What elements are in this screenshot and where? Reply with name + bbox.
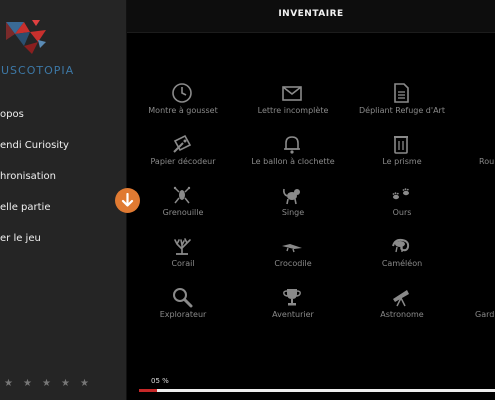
progress-label: 05 % <box>151 377 169 385</box>
page-title: INVENTAIRE <box>278 9 344 19</box>
menu-item-new-game[interactable]: elle partie <box>0 198 50 218</box>
inventory-item-label: Le prisme <box>382 157 422 166</box>
inventory-item-letter[interactable]: Lettre incomplète <box>238 82 348 122</box>
inventory-item-leaflet[interactable]: Dépliant Refuge d'Art <box>347 82 457 122</box>
inventory-item-explorer[interactable]: Explorateur <box>128 286 238 326</box>
inventory-item-label: Papier décodeur <box>150 157 216 166</box>
paw-icon <box>392 188 409 200</box>
inventory-item-label: Crocodile <box>274 259 312 268</box>
sidebar: USCOTOPIA opos endi Curiosity hronisatio… <box>0 0 127 400</box>
menu-item-curiosity[interactable]: endi Curiosity <box>0 136 69 156</box>
inventory-item-label: Rou <box>479 157 495 166</box>
inventory-item-label: Caméléon <box>381 259 423 268</box>
inventory-item-label: Grenouille <box>162 208 204 217</box>
inventory-item-label: Lettre incomplète <box>257 106 329 115</box>
star-icon[interactable]: ★ <box>42 378 51 389</box>
document-icon <box>394 83 409 103</box>
star-icon[interactable]: ★ <box>23 378 32 389</box>
inventory-item-partial[interactable]: Rou <box>457 133 495 173</box>
menu-item-rate-game[interactable]: er le jeu <box>0 229 41 249</box>
inventory-item-label: Astronome <box>380 310 424 319</box>
star-icon[interactable]: ★ <box>80 378 89 389</box>
telescope-icon <box>393 290 409 307</box>
paper-decoder-icon <box>173 134 192 153</box>
crocodile-icon <box>282 244 302 253</box>
magnifier-icon <box>173 288 193 308</box>
inventory-item-label: Le ballon à clochette <box>251 157 335 166</box>
logo-text: USCOTOPIA <box>1 64 75 77</box>
inventory-item-monkey[interactable]: Singe <box>238 184 348 224</box>
inventory-item-label: Dépliant Refuge d'Art <box>359 106 445 115</box>
trophy-icon <box>283 289 301 306</box>
inventory-item-frog[interactable]: Grenouille <box>128 184 238 224</box>
inventory-item-label: Singe <box>281 208 305 217</box>
chameleon-icon <box>392 238 410 253</box>
inventory-item-bear[interactable]: Ours <box>347 184 457 224</box>
inventory-item-prism[interactable]: Le prisme <box>347 133 457 173</box>
menu-item-sync[interactable]: hronisation <box>0 167 56 187</box>
progress-fill <box>139 389 157 392</box>
progress-bar <box>139 389 495 392</box>
inventory-item-decoder-paper[interactable]: Papier décodeur <box>128 133 238 173</box>
monkey-icon <box>283 188 300 205</box>
inventory-item-astronomer[interactable]: Astronome <box>347 286 457 326</box>
envelope-icon <box>282 86 302 101</box>
coral-icon <box>174 238 191 255</box>
star-icon[interactable]: ★ <box>4 378 13 389</box>
inventory-item-label: Gard <box>475 310 495 319</box>
inventory-item-label: Explorateur <box>159 310 207 319</box>
inventory-item-pocket-watch[interactable]: Montre à gousset <box>128 82 238 122</box>
frog-icon <box>173 186 191 204</box>
inventory-item-chameleon[interactable]: Caméléon <box>347 235 457 275</box>
bell-icon <box>284 136 300 154</box>
inventory-item-label: Aventurier <box>272 310 314 319</box>
inventory-item-coral[interactable]: Corail <box>128 235 238 275</box>
clock-icon <box>172 83 192 103</box>
inventory-item-partial[interactable]: Gard <box>457 286 495 326</box>
inventory-item-adventurer[interactable]: Aventurier <box>238 286 348 326</box>
inventory-item-crocodile[interactable]: Crocodile <box>238 235 348 275</box>
star-icon[interactable]: ★ <box>61 378 70 389</box>
header: INVENTAIRE <box>127 0 495 33</box>
inventory-item-bell-balloon[interactable]: Le ballon à clochette <box>238 133 348 173</box>
menu-item-about[interactable]: opos <box>0 105 24 125</box>
inventory-item-label: Ours <box>392 208 412 217</box>
inventory-item-label: Corail <box>171 259 195 268</box>
rating-stars[interactable]: ★ ★ ★ ★ ★ <box>0 378 127 390</box>
inventory-item-label: Montre à gousset <box>148 106 218 115</box>
prism-icon <box>394 136 408 154</box>
logo-icon <box>6 20 46 54</box>
